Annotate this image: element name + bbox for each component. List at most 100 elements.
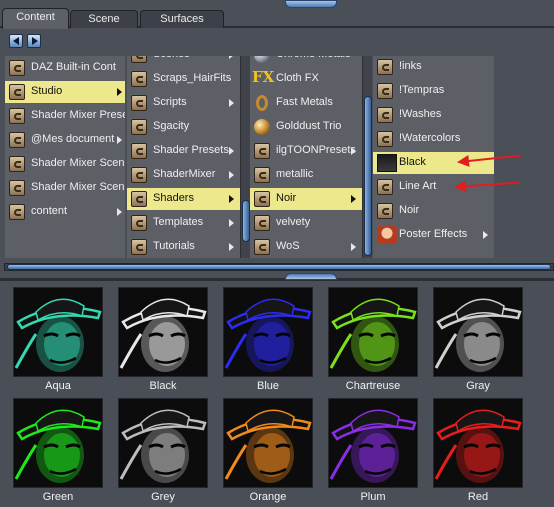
item-label: !Watercolors	[399, 132, 461, 144]
noir-face-icon	[434, 288, 522, 376]
folder-icon	[131, 95, 147, 111]
back-button[interactable]	[9, 34, 23, 48]
item-label: Sgacity	[153, 120, 190, 132]
col4-item[interactable]: Poster Effects	[373, 224, 494, 246]
submenu-arrow-icon	[229, 219, 234, 227]
col3-item[interactable]: Golddust Trio	[250, 116, 362, 138]
col3-item[interactable]: ilgTOONPresets	[250, 140, 362, 162]
folder-icon	[377, 107, 393, 123]
item-label: Noir	[399, 204, 420, 216]
col2-item[interactable]: Scripts	[127, 92, 240, 114]
item-label: metallic	[276, 168, 314, 180]
tab-scene[interactable]: Scene	[70, 10, 138, 28]
shader-preset-thumbnail[interactable]	[13, 287, 103, 377]
item-label: Shader Mixer Scene	[31, 157, 125, 169]
submenu-arrow-icon	[351, 195, 356, 203]
shader-preset-thumbnail[interactable]	[13, 398, 103, 488]
submenu-arrow-icon	[229, 99, 234, 107]
col1-item[interactable]: @Mes document	[5, 129, 125, 151]
item-label: Scenes	[153, 56, 190, 60]
item-label: !Washes	[399, 108, 442, 120]
col1-item[interactable]: Studio	[5, 81, 125, 103]
shader-preset-thumbnail[interactable]	[433, 398, 523, 488]
col1-item[interactable]: content	[5, 201, 125, 223]
content-library-window: Content Scene Surfaces DAZ Built-in Cont…	[0, 0, 554, 507]
col2-item[interactable]: Tutorials	[127, 236, 240, 258]
item-label: Noir	[276, 192, 297, 204]
col2-item[interactable]: Shader Presets	[127, 140, 240, 162]
top-splitter-grip[interactable]	[285, 0, 337, 8]
col1-item[interactable]: Shader Mixer Scene	[5, 177, 125, 199]
col3-item[interactable]: Chrome Metals	[250, 56, 362, 66]
shader-preset-thumbnail[interactable]	[223, 287, 313, 377]
folder-icon	[131, 191, 147, 207]
col2-item[interactable]: Templates	[127, 212, 240, 234]
col3-item[interactable]: WoS	[250, 236, 362, 258]
folder-icon	[131, 215, 147, 231]
folder-icon	[254, 143, 270, 159]
col2-item[interactable]: ShaderMixer	[127, 164, 240, 186]
column-3-scroll-thumb[interactable]	[364, 96, 372, 256]
col3-item[interactable]: Fast Metals	[250, 92, 362, 114]
shader-preset-thumbnail[interactable]	[118, 398, 208, 488]
col4-item[interactable]: !Watercolors	[373, 128, 494, 150]
col4-item[interactable]: !Washes	[373, 104, 494, 126]
col3-item[interactable]: velvety	[250, 212, 362, 234]
col3-item[interactable]: FX Cloth FX	[250, 68, 362, 90]
tab-surfaces[interactable]: Surfaces	[140, 10, 224, 28]
item-label: Black	[399, 156, 426, 168]
col3-item[interactable]: Noir	[250, 188, 362, 210]
folder-icon	[9, 60, 25, 76]
noir-face-icon	[434, 399, 522, 487]
item-label: Chrome Metals	[276, 56, 351, 60]
col2-item[interactable]: Scenes	[127, 56, 240, 66]
browser-column-2: Scenes Scraps_HairFits Scripts Sgacity Shade…	[127, 56, 240, 258]
folder-icon	[9, 204, 25, 220]
columns-horizontal-scrollbar[interactable]	[4, 263, 554, 271]
item-label: @Mes document	[31, 133, 115, 145]
col2-item[interactable]: Shaders	[127, 188, 240, 210]
col4-item[interactable]: Noir	[373, 200, 494, 222]
thumbnail-label: Black	[149, 380, 177, 392]
column-2-scroll-thumb[interactable]	[242, 200, 250, 242]
thumbnail-label: Aqua	[45, 380, 71, 392]
item-label: Poster Effects	[399, 228, 468, 240]
folder-icon	[131, 143, 147, 159]
tab-content[interactable]: Content	[2, 8, 69, 29]
item-label: !inks	[399, 60, 422, 72]
folder-icon	[377, 83, 393, 99]
col3-item[interactable]: metallic	[250, 164, 362, 186]
item-label: content	[31, 205, 68, 217]
shader-preset-thumbnail[interactable]	[223, 398, 313, 488]
column-3-scrollbar[interactable]	[362, 56, 372, 258]
col2-item[interactable]: Sgacity	[127, 116, 240, 138]
col4-item[interactable]: Black	[373, 152, 494, 174]
col4-item[interactable]: Line Art	[373, 176, 494, 198]
thumbnail-label: Green	[42, 491, 74, 503]
col1-item[interactable]: Shader Mixer Prese	[5, 105, 125, 127]
preset-thumbnail-grid: Aqua Black Blue Chartreuse Gray Green Grey Oran…	[0, 281, 554, 507]
shader-preset-thumbnail[interactable]	[328, 398, 418, 488]
submenu-arrow-icon	[351, 243, 356, 251]
item-label: Tutorials	[153, 240, 195, 252]
col1-item[interactable]: Shader Mixer Scene	[5, 153, 125, 175]
col4-item[interactable]: !inks	[373, 56, 494, 78]
col1-item[interactable]: DAZ Built-in Cont	[5, 57, 125, 79]
col2-item[interactable]: Scraps_HairFits	[127, 68, 240, 90]
folder-icon	[9, 84, 25, 100]
item-label: Scripts	[153, 96, 187, 108]
folder-icon	[254, 167, 270, 183]
arrow-left-icon	[13, 37, 19, 45]
shader-preset-thumbnail[interactable]	[328, 287, 418, 377]
pane-splitter-grip[interactable]	[285, 273, 337, 280]
col4-item[interactable]: !Tempras	[373, 80, 494, 102]
shader-preset-thumbnail[interactable]	[118, 287, 208, 377]
submenu-arrow-icon	[229, 147, 234, 155]
forward-button[interactable]	[27, 34, 41, 48]
column-2-scrollbar[interactable]	[240, 56, 250, 258]
item-label: Shader Mixer Scene	[31, 181, 125, 193]
columns-scroll-thumb[interactable]	[7, 264, 551, 270]
shader-preset-thumbnail[interactable]	[433, 287, 523, 377]
item-label: ilgTOONPresets	[276, 144, 356, 156]
noir-face-icon	[119, 288, 207, 376]
